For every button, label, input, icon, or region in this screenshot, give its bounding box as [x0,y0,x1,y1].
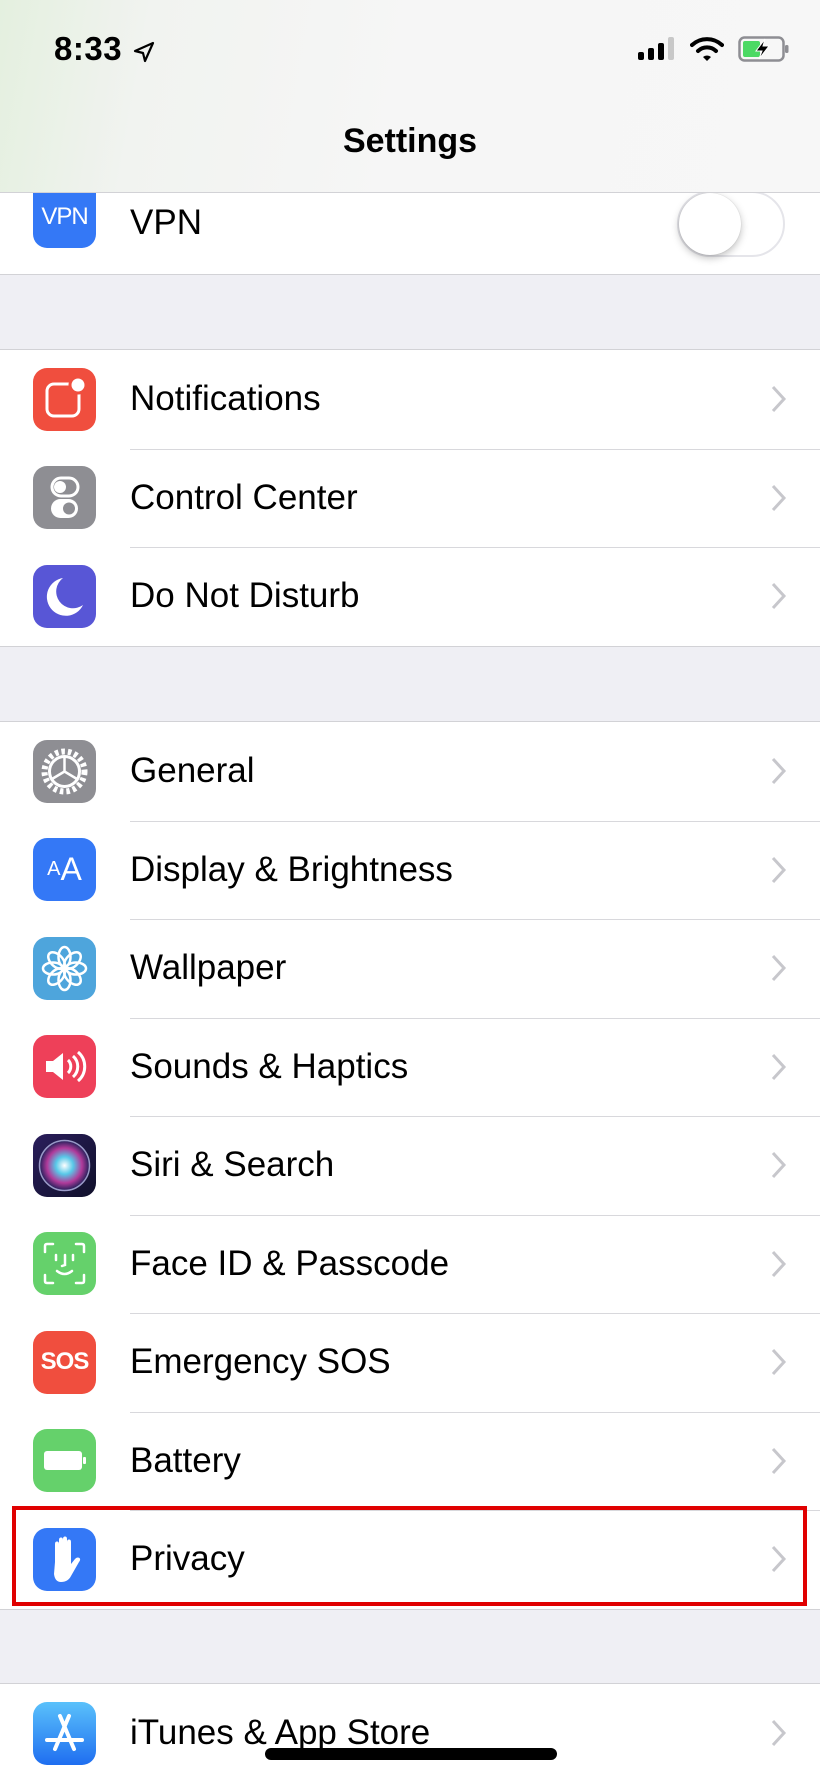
navigation-bar: 8:33 Settings [0,0,820,193]
chevron-right-icon [771,1546,787,1573]
settings-row-notifications[interactable]: Notifications [0,350,820,449]
vpn-icon: VPN [33,185,96,248]
chevron-right-icon [771,1720,787,1747]
sos-icon: SOS [33,1330,96,1394]
page-title: Settings [342,122,478,160]
vpn-icon-text: VPN [41,202,88,230]
chevron-right-icon [771,484,787,511]
settings-row-emergency-sos[interactable]: SOS Emergency SOS [0,1313,820,1412]
row-label: Siri & Search [130,1145,335,1185]
row-label: VPN [130,203,202,242]
chevron-right-icon [771,1447,787,1474]
notifications-icon [33,367,96,431]
chevron-right-icon [771,386,787,413]
home-indicator[interactable] [265,1748,557,1760]
status-icons [638,36,790,62]
row-label: General [130,751,255,791]
settings-row-battery[interactable]: Battery [0,1411,820,1511]
display-brightness-icon: AA [33,838,96,902]
chevron-right-icon [771,1250,787,1277]
settings-row-itunes-app-store[interactable]: iTunes & App Store [0,1684,820,1776]
row-label: Face ID & Passcode [130,1243,450,1283]
settings-row-display-brightness[interactable]: AA Display & Brightness [0,820,820,920]
settings-group-general: General AA Display & Brightness Wallpape… [0,721,820,1610]
chevron-right-icon [771,955,787,982]
vpn-toggle[interactable] [677,191,785,257]
siri-icon [33,1133,96,1197]
chevron-right-icon [771,1349,787,1376]
settings-row-general[interactable]: General [0,722,820,821]
settings-screen: 8:33 Settings VPN VPN Notifications Cont… [0,0,820,1776]
row-label: Do Not Disturb [130,576,360,616]
settings-row-privacy[interactable]: Privacy [0,1510,820,1609]
settings-row-sounds-haptics[interactable]: Sounds & Haptics [0,1017,820,1117]
toggle-knob[interactable] [679,193,741,255]
settings-row-control-center[interactable]: Control Center [0,448,820,548]
row-label: Notifications [130,379,321,419]
chevron-right-icon [771,1152,787,1179]
control-center-icon [33,466,96,530]
app-store-icon [33,1701,96,1765]
chevron-right-icon [771,583,787,610]
row-label: Wallpaper [130,948,287,988]
settings-row-face-id-passcode[interactable]: Face ID & Passcode [0,1214,820,1314]
wifi-icon [690,37,724,61]
status-time: 8:33 [54,30,123,67]
display-icon-text: A [47,858,61,881]
wallpaper-flower-icon [33,936,96,1000]
chevron-right-icon [771,856,787,883]
location-arrow-icon [133,41,155,63]
hand-icon [33,1527,96,1591]
speaker-icon [33,1035,96,1099]
row-label: Emergency SOS [130,1342,391,1382]
gear-icon [33,739,96,803]
settings-row-siri-search[interactable]: Siri & Search [0,1116,820,1215]
chevron-right-icon [771,1053,787,1080]
settings-row-do-not-disturb[interactable]: Do Not Disturb [0,547,820,646]
settings-row-wallpaper[interactable]: Wallpaper [0,919,820,1018]
face-id-icon [33,1232,96,1296]
row-label: Battery [130,1440,241,1480]
battery-charging-icon [738,36,789,62]
row-label: Privacy [130,1539,245,1579]
sos-icon-text: SOS [40,1348,90,1376]
battery-icon [33,1429,96,1493]
display-icon-text-large: A [60,851,82,888]
row-label: Sounds & Haptics [130,1046,409,1086]
row-label: Control Center [130,477,358,517]
settings-group-store: iTunes & App Store [0,1683,820,1776]
settings-group-notifications: Notifications Control Center Do Not Dist… [0,349,820,647]
chevron-right-icon [771,758,787,785]
moon-icon [33,564,96,628]
cellular-signal-icon [638,37,674,60]
row-label: Display & Brightness [130,849,453,889]
